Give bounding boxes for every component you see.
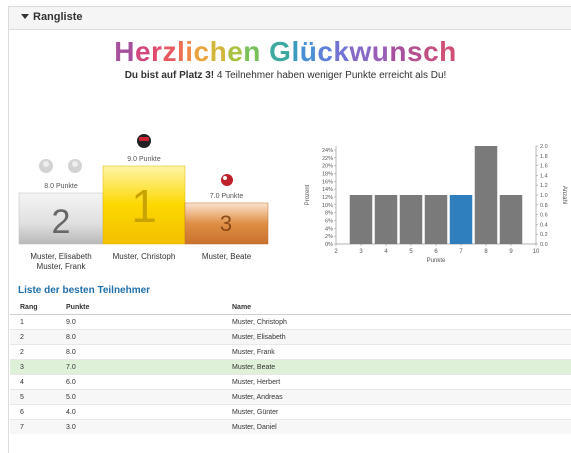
table-row: 5 5.0 Muster, Andreas [10,389,571,405]
podium-rank-third: 3 [220,211,232,236]
y-tick-label-left: 4% [325,226,333,232]
cell-rank: 2 [10,344,56,360]
podium-name: Muster, Christoph [112,252,176,261]
y-tick-label-right: 0.2 [540,232,548,238]
y-tick-label-left: 10% [322,203,333,209]
cell-points: 9.0 [56,314,222,330]
podium-names-first: Muster, Christoph [103,252,185,262]
cell-name: Muster, Elisabeth [222,329,571,345]
cell-name: Muster, Christoph [222,314,571,330]
x-tick-label: 9 [509,249,513,255]
y-tick-label-right: 0.4 [540,222,548,228]
x-tick-label: 4 [384,249,388,255]
y-tick-label-right: 1.0 [540,193,548,199]
column-header-points: Punkte [56,300,222,315]
best-participants-title: Liste der besten Teilnehmer [18,285,151,296]
podium-points-third: 7.0 Punkte [209,193,244,200]
column-header-name: Name [222,300,571,315]
podium-points-second: 8.0 Punkte [44,183,78,190]
x-tick-label: 2 [334,249,338,255]
cell-name: Muster, Herbert [222,374,571,390]
table-row: 4 6.0 Muster, Herbert [10,374,571,390]
cell-rank: 6 [10,404,56,420]
x-tick-label: 6 [434,249,438,255]
y-tick-label-right: 0.6 [540,213,548,219]
cell-rank: 1 [10,314,56,330]
cell-name: Muster, Beate [222,359,571,375]
podium-points-first: 9.0 Punkte [127,156,161,163]
x-tick-label: 7 [459,249,463,255]
podium-rank-first: 1 [131,180,157,232]
podium-name: Muster, Beate [201,252,252,261]
x-axis-label: Punkte [427,258,446,264]
cell-points: 4.0 [56,404,222,420]
y-tick-label-left: 14% [322,187,333,193]
avatar-icon-second-2 [68,159,82,173]
chart-bar [449,195,473,244]
podium-names-second: Muster, Elisabeth Muster, Frank [19,252,103,272]
podium-name: Muster, Frank [36,262,86,271]
podium-names-third: Muster, Beate [185,252,268,262]
y-tick-label-left: 0% [325,242,333,248]
x-tick-label: 10 [533,249,540,255]
y-tick-label-left: 22% [322,156,333,162]
y-tick-label-right: 1.4 [540,173,548,179]
y-tick-label-left: 18% [322,171,333,177]
points-distribution-chart: 0% 2% 4% 6%8% 10% 12% 14% 16% 18%20% 22% 24% 0.0 0.2… [305,144,567,264]
cell-name: Muster, Frank [222,344,571,360]
y-tick-label-right: 1.2 [540,183,548,189]
cell-points: 5.0 [56,389,222,405]
x-tick-label: 5 [409,249,413,255]
cell-points: 6.0 [56,374,222,390]
y-tick-label-right: 1.6 [540,164,548,170]
y-tick-label-left: 24% [322,148,333,154]
y-tick-label-left: 8% [325,211,333,217]
x-tick-label: 3 [359,249,363,255]
avatar-icon-first [137,134,151,148]
table-row: 1 9.0 Muster, Christoph [10,314,571,330]
cell-name: Muster, Günter [222,404,571,420]
cell-points: 3.0 [56,419,222,434]
avatar-icon-third [221,174,233,186]
cell-points: 7.0 [56,359,222,375]
table-row: 2 8.0 Muster, Frank [10,344,571,360]
podium-name: Muster, Elisabeth [30,252,92,261]
y-tick-label-left: 12% [322,195,333,201]
y-tick-label-right: 0.0 [540,242,548,248]
y-tick-label-left: 16% [322,179,333,185]
table-row: 6 4.0 Muster, Günter [10,404,571,420]
cell-points: 8.0 [56,329,222,345]
chart-bar [349,195,373,244]
chart-bar [499,195,523,244]
y-tick-label-left: 20% [322,164,333,170]
x-tick-label: 8 [484,249,488,255]
cell-rank: 7 [10,419,56,434]
table-header-row: Rang Punkte Name [10,300,571,315]
cell-name: Muster, Andreas [222,389,571,405]
y-tick-label-left: 2% [325,234,333,240]
cell-rank: 3 [10,359,56,375]
table-row: 3 7.0 Muster, Beate [10,359,571,375]
y-axis-label-left: Prozent [305,184,311,205]
chart-bar [424,195,448,244]
ranking-table: Rang Punkte Name 1 9.0 Muster, Christoph 2 8… [10,300,571,434]
table-row: 7 3.0 Muster, Daniel [10,419,571,434]
avatar-icon-second-1 [39,159,53,173]
y-tick-label-right: 2.0 [540,144,548,150]
cell-rank: 2 [10,329,56,345]
chart-bar [399,195,423,244]
column-header-rank: Rang [10,300,56,315]
cell-points: 8.0 [56,344,222,360]
podium-rank-second: 2 [52,203,71,241]
cell-rank: 4 [10,374,56,390]
y-axis-label-right: Anzahl [561,186,567,204]
y-tick-label-right: 1.8 [540,154,548,160]
table-row: 2 8.0 Muster, Elisabeth [10,329,571,345]
y-tick-label-right: 0.8 [540,203,548,209]
cell-rank: 5 [10,389,56,405]
chart-bar [374,195,398,244]
chart-bar [474,146,498,244]
cell-name: Muster, Daniel [222,419,571,434]
y-tick-label-left: 6% [325,218,333,224]
